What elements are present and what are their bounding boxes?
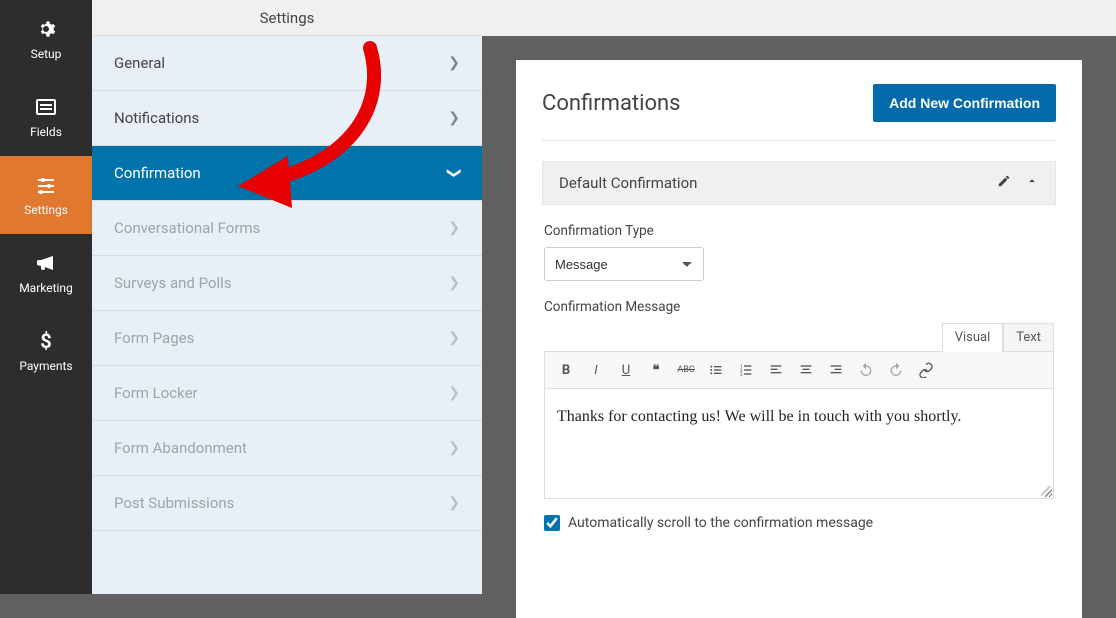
message-label: Confirmation Message xyxy=(544,299,1054,315)
rail-label: Payments xyxy=(19,359,72,373)
rail-label: Marketing xyxy=(19,281,73,295)
rail-label: Setup xyxy=(31,47,62,61)
edit-icon[interactable] xyxy=(997,174,1011,192)
rail-item-settings[interactable]: Settings xyxy=(0,156,92,234)
message-editor[interactable]: Thanks for contacting us! We will be in … xyxy=(544,389,1054,499)
rail-label: Fields xyxy=(30,125,62,139)
confirmation-type-select[interactable]: Message xyxy=(544,247,704,281)
chevron-down-icon: ❯ xyxy=(446,167,462,179)
ol-icon[interactable]: 123 xyxy=(733,358,759,382)
strike-icon[interactable]: ABC xyxy=(673,358,699,382)
bullhorn-icon xyxy=(34,251,58,275)
add-confirmation-button[interactable]: Add New Confirmation xyxy=(873,84,1056,122)
settings-subpanel: Settings General❯ Notifications❯ Confirm… xyxy=(92,0,482,594)
chevron-right-icon: ❯ xyxy=(448,495,460,511)
svg-text:3: 3 xyxy=(740,372,743,378)
align-center-icon[interactable] xyxy=(793,358,819,382)
rail-label: Settings xyxy=(24,203,68,217)
chevron-right-icon: ❯ xyxy=(448,220,460,236)
subpanel-item-formlocker[interactable]: Form Locker❯ xyxy=(92,366,482,421)
tab-text[interactable]: Text xyxy=(1003,323,1054,352)
link-icon[interactable] xyxy=(913,358,939,382)
underline-icon[interactable]: U xyxy=(613,358,639,382)
editor-tabs: Visual Text xyxy=(544,323,1054,352)
subpanel-item-surveys[interactable]: Surveys and Polls❯ xyxy=(92,256,482,311)
rail-item-marketing[interactable]: Marketing xyxy=(0,234,92,312)
subpanel-item-notifications[interactable]: Notifications❯ xyxy=(92,91,482,146)
auto-scroll-row[interactable]: Automatically scroll to the confirmation… xyxy=(544,515,1054,531)
chevron-right-icon: ❯ xyxy=(448,275,460,291)
chevron-right-icon: ❯ xyxy=(448,55,460,71)
left-rail: Setup Fields Settings Marketing $ Paymen… xyxy=(0,0,92,594)
svg-text:$: $ xyxy=(40,329,51,353)
subpanel-title: Settings xyxy=(92,0,482,36)
sliders-icon xyxy=(34,173,58,197)
rail-item-payments[interactable]: $ Payments xyxy=(0,312,92,390)
subpanel-item-confirmation[interactable]: Confirmation❯ xyxy=(92,146,482,201)
accordion-header[interactable]: Default Confirmation xyxy=(542,161,1056,205)
chevron-right-icon: ❯ xyxy=(448,110,460,126)
gear-icon xyxy=(34,17,58,41)
undo-icon[interactable] xyxy=(853,358,879,382)
confirmations-card: Confirmations Add New Confirmation Defau… xyxy=(516,60,1082,618)
chevron-right-icon: ❯ xyxy=(448,385,460,401)
auto-scroll-checkbox[interactable] xyxy=(544,515,560,531)
rail-item-setup[interactable]: Setup xyxy=(0,0,92,78)
confirmation-accordion: Default Confirmation Confirmation Type M… xyxy=(542,161,1056,535)
chevron-right-icon: ❯ xyxy=(448,440,460,456)
collapse-icon[interactable] xyxy=(1025,174,1039,192)
accordion-title: Default Confirmation xyxy=(559,174,697,192)
bold-icon[interactable]: B xyxy=(553,358,579,382)
quote-icon[interactable]: ❝ xyxy=(643,358,669,382)
type-label: Confirmation Type xyxy=(544,223,1054,239)
redo-icon[interactable] xyxy=(883,358,909,382)
ul-icon[interactable] xyxy=(703,358,729,382)
auto-scroll-label: Automatically scroll to the confirmation… xyxy=(568,515,873,531)
main-area: Confirmations Add New Confirmation Defau… xyxy=(482,0,1116,594)
subpanel-item-general[interactable]: General❯ xyxy=(92,36,482,91)
chevron-right-icon: ❯ xyxy=(448,330,460,346)
dollar-icon: $ xyxy=(34,329,58,353)
main-top-bar xyxy=(482,0,1116,36)
tab-visual[interactable]: Visual xyxy=(942,323,1004,352)
align-right-icon[interactable] xyxy=(823,358,849,382)
subpanel-item-conversational[interactable]: Conversational Forms❯ xyxy=(92,201,482,256)
align-left-icon[interactable] xyxy=(763,358,789,382)
list-icon xyxy=(34,95,58,119)
subpanel-item-postsubmissions[interactable]: Post Submissions❯ xyxy=(92,476,482,531)
subpanel-item-formpages[interactable]: Form Pages❯ xyxy=(92,311,482,366)
italic-icon[interactable]: I xyxy=(583,358,609,382)
editor-toolbar: B I U ❝ ABC 123 xyxy=(544,351,1054,389)
rail-item-fields[interactable]: Fields xyxy=(0,78,92,156)
subpanel-item-abandonment[interactable]: Form Abandonment❯ xyxy=(92,421,482,476)
page-title: Confirmations xyxy=(542,91,681,116)
